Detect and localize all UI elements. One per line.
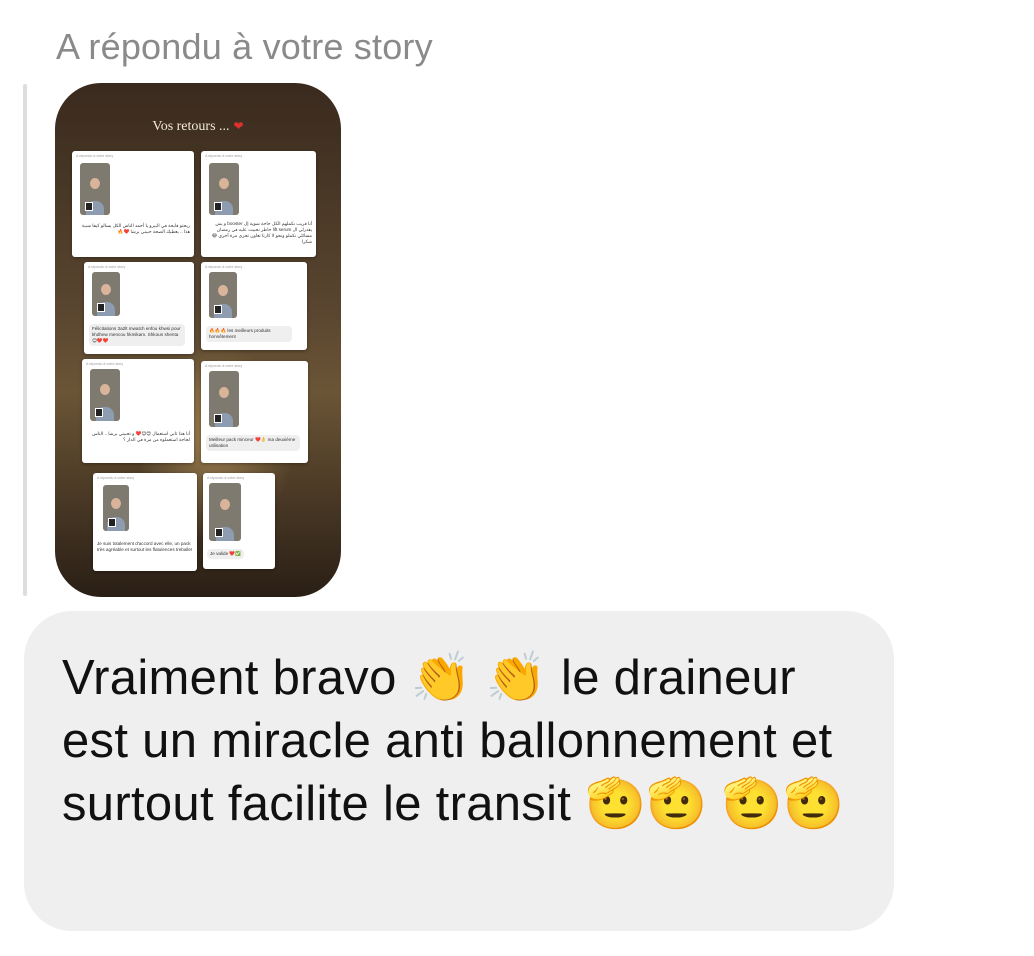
story-preview[interactable]: Vos retours ... ❤ A répondu à votre story… [55, 83, 341, 597]
heart-icon: ❤ [233, 119, 244, 133]
card-message: 🔥🔥🔥 les meilleurs produits honnêtement [206, 326, 292, 342]
card-header: A répondu à votre story [207, 476, 245, 480]
story-thumbnail [103, 485, 129, 531]
story-thumbnail [209, 371, 239, 427]
card-message: Je suis totalement d'accord avec elle, u… [97, 541, 193, 552]
story-thumbnail [90, 369, 120, 421]
card-header: A répondu à votre story [205, 364, 243, 368]
feedback-card: A répondu à votre story أنا هذا ثاني است… [82, 359, 194, 463]
story-thumbnail [92, 272, 120, 316]
quote-bar [23, 84, 27, 596]
story-thumbnail [209, 483, 241, 541]
story-thumbnail [80, 163, 110, 215]
story-thumbnail [209, 163, 239, 215]
card-header: A répondu à votre story [88, 265, 126, 269]
card-header: A répondu à votre story [97, 476, 135, 480]
message-text: Vraiment bravo 👏 👏 le draineur est un mi… [62, 651, 845, 831]
card-header: A répondu à votre story [76, 154, 114, 158]
card-header: A répondu à votre story [205, 154, 243, 158]
message-bubble[interactable]: Vraiment bravo 👏 👏 le draineur est un mi… [24, 611, 894, 931]
story-thumbnail [209, 272, 237, 318]
feedback-card: A répondu à votre story Je valide ❤️✅ [203, 473, 275, 569]
story-title: Vos retours ... ❤ [55, 119, 341, 135]
story-title-text: Vos retours ... [152, 119, 230, 134]
card-message: ريحتو فايحة في البيرو يا أحمد الناس الكل… [81, 223, 190, 234]
feedback-card: A répondu à votre story 🔥🔥🔥 les meilleur… [201, 262, 307, 350]
feedback-card: A répondu à votre story أنا قريب نكملهم … [201, 151, 316, 257]
card-message: أنا قريب نكملهم الكل حاجة شوية إل booste… [211, 221, 312, 244]
feedback-card: A répondu à votre story ريحتو فايحة في ا… [72, 151, 194, 257]
feedback-card: A répondu à votre story Félicitations 3a… [84, 262, 194, 354]
card-header: A répondu à votre story [205, 265, 243, 269]
card-message: Je valide ❤️✅ [207, 549, 244, 559]
card-header: A répondu à votre story [86, 362, 124, 366]
feedback-card: A répondu à votre story Meilleur pack mi… [201, 361, 308, 463]
reply-header: A répondu à votre story [56, 26, 433, 67]
card-message: Félicitations 3a2lt mwatch enfou khwsi p… [89, 324, 185, 346]
card-message: Meilleur pack minceur ❤️👌 ma deuxième ut… [206, 435, 300, 451]
feedback-card: A répondu à votre story Je suis totaleme… [93, 473, 197, 571]
card-message: أنا هذا ثاني استعمال 😍😊❤️ و تحبيني برشا … [92, 431, 190, 442]
